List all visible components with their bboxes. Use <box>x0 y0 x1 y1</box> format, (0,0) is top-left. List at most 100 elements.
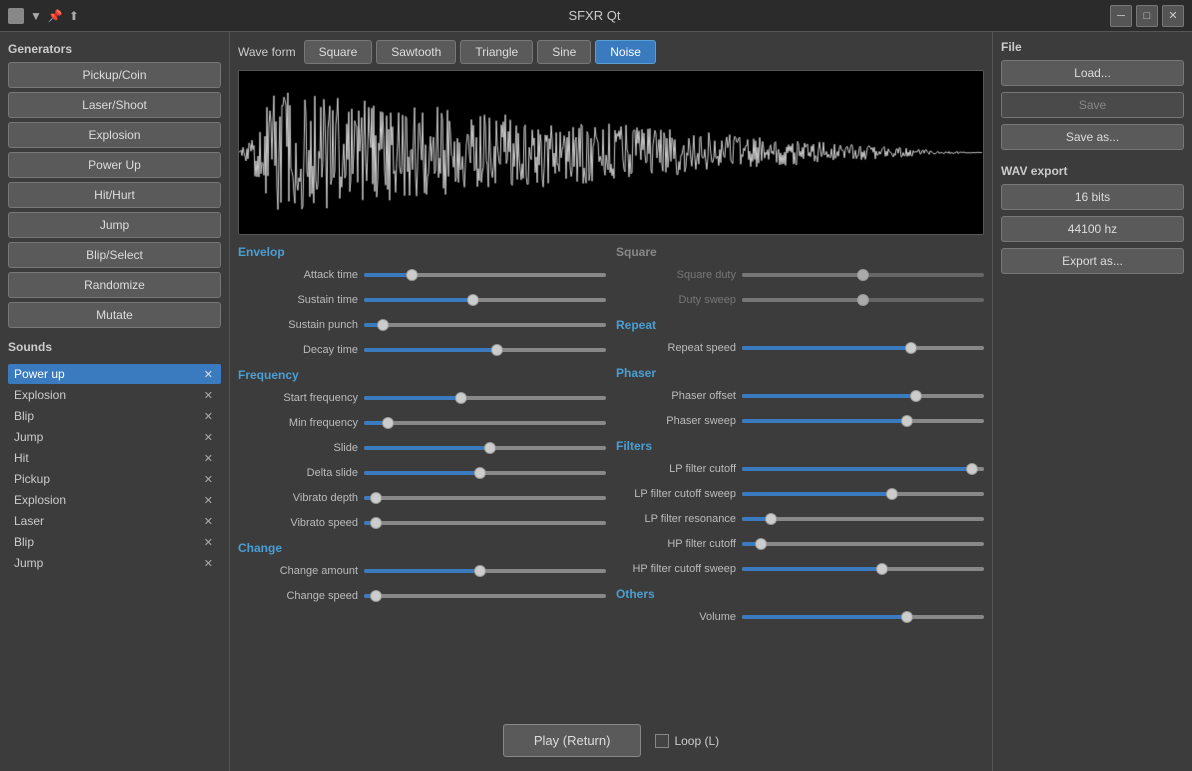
vibrato-depth-slider[interactable] <box>364 490 606 506</box>
sound-item-jump2[interactable]: Jump ✕ <box>8 553 221 573</box>
minimize-button[interactable]: ─ <box>1110 5 1132 27</box>
save-button: Save <box>1001 92 1184 118</box>
change-speed-label: Change speed <box>238 590 358 602</box>
sound-name: Jump <box>14 430 43 444</box>
pin-icon[interactable]: 📌 <box>48 9 63 23</box>
lp-cutoff-slider[interactable] <box>742 461 984 477</box>
sustain-punch-slider[interactable] <box>364 317 606 333</box>
hp-cutoff-slider[interactable] <box>742 536 984 552</box>
close-sound-icon[interactable]: ✕ <box>202 410 215 423</box>
sound-item-laser[interactable]: Laser ✕ <box>8 511 221 531</box>
app-menu-icon[interactable]: ▼ <box>30 9 42 23</box>
sound-name: Laser <box>14 514 44 528</box>
params-left: Envelop Attack time Sustain time <box>238 241 606 712</box>
decay-time-slider[interactable] <box>364 342 606 358</box>
vibrato-depth-row: Vibrato depth <box>238 487 606 509</box>
lp-resonance-row: LP filter resonance <box>616 508 984 530</box>
start-freq-row: Start frequency <box>238 387 606 409</box>
hp-cutoff-sweep-slider[interactable] <box>742 561 984 577</box>
vibrato-speed-row: Vibrato speed <box>238 512 606 534</box>
jump-button[interactable]: Jump <box>8 212 221 238</box>
waveform-bar: Wave form Square Sawtooth Triangle Sine … <box>238 40 984 64</box>
phaser-label: Phaser <box>616 366 984 380</box>
main-layout: Generators Pickup/Coin Laser/Shoot Explo… <box>0 32 1192 771</box>
wave-noise-button[interactable]: Noise <box>595 40 656 64</box>
loop-label[interactable]: Loop (L) <box>655 734 719 748</box>
sound-item-jump[interactable]: Jump ✕ <box>8 427 221 447</box>
hz-button[interactable]: 44100 hz <box>1001 216 1184 242</box>
sound-name: Pickup <box>14 472 50 486</box>
close-sound-icon[interactable]: ✕ <box>202 494 215 507</box>
close-sound-icon[interactable]: ✕ <box>202 368 215 381</box>
volume-slider[interactable] <box>742 609 984 625</box>
blip-select-button[interactable]: Blip/Select <box>8 242 221 268</box>
sound-item-explosion[interactable]: Explosion ✕ <box>8 385 221 405</box>
play-button[interactable]: Play (Return) <box>503 724 642 757</box>
load-button[interactable]: Load... <box>1001 60 1184 86</box>
start-freq-slider[interactable] <box>364 390 606 406</box>
repeat-speed-slider[interactable] <box>742 340 984 356</box>
sound-name: Explosion <box>14 388 66 402</box>
waveform-label: Wave form <box>238 45 296 59</box>
play-area: Play (Return) Loop (L) <box>238 718 984 763</box>
export-as-button[interactable]: Export as... <box>1001 248 1184 274</box>
close-sound-icon[interactable]: ✕ <box>202 473 215 486</box>
bits-button[interactable]: 16 bits <box>1001 184 1184 210</box>
lp-cutoff-row: LP filter cutoff <box>616 458 984 480</box>
loop-text: Loop (L) <box>674 734 719 748</box>
wav-export-label: WAV export <box>1001 164 1184 178</box>
close-button[interactable]: ✕ <box>1162 5 1184 27</box>
close-sound-icon[interactable]: ✕ <box>202 452 215 465</box>
loop-checkbox[interactable] <box>655 734 669 748</box>
wave-triangle-button[interactable]: Triangle <box>460 40 533 64</box>
wave-sine-button[interactable]: Sine <box>537 40 591 64</box>
attack-time-slider[interactable] <box>364 267 606 283</box>
sound-name: Power up <box>14 367 65 381</box>
sound-item-blip[interactable]: Blip ✕ <box>8 406 221 426</box>
vibrato-speed-slider[interactable] <box>364 515 606 531</box>
save-as-button[interactable]: Save as... <box>1001 124 1184 150</box>
delta-slide-slider[interactable] <box>364 465 606 481</box>
repeat-speed-row: Repeat speed <box>616 337 984 359</box>
change-speed-slider[interactable] <box>364 588 606 604</box>
laser-shoot-button[interactable]: Laser/Shoot <box>8 92 221 118</box>
close-sound-icon[interactable]: ✕ <box>202 515 215 528</box>
randomize-button[interactable]: Randomize <box>8 272 221 298</box>
min-freq-slider[interactable] <box>364 415 606 431</box>
sound-item-explosion2[interactable]: Explosion ✕ <box>8 490 221 510</box>
hit-hurt-button[interactable]: Hit/Hurt <box>8 182 221 208</box>
sound-item-powerup[interactable]: Power up ✕ <box>8 364 221 384</box>
sounds-label: Sounds <box>8 338 221 356</box>
close-sound-icon[interactable]: ✕ <box>202 431 215 444</box>
maximize-button[interactable]: □ <box>1136 5 1158 27</box>
lp-cutoff-sweep-slider[interactable] <box>742 486 984 502</box>
slide-row: Slide <box>238 437 606 459</box>
lp-resonance-label: LP filter resonance <box>616 513 736 525</box>
sound-item-blip2[interactable]: Blip ✕ <box>8 532 221 552</box>
close-sound-icon[interactable]: ✕ <box>202 389 215 402</box>
sound-item-hit[interactable]: Hit ✕ <box>8 448 221 468</box>
change-amount-slider[interactable] <box>364 563 606 579</box>
close-sound-icon[interactable]: ✕ <box>202 536 215 549</box>
lp-resonance-slider[interactable] <box>742 511 984 527</box>
params-area: Envelop Attack time Sustain time <box>238 241 984 712</box>
phaser-sweep-slider[interactable] <box>742 413 984 429</box>
params-right: Square Square duty Duty sweep <box>616 241 984 712</box>
phaser-offset-slider[interactable] <box>742 388 984 404</box>
explosion-button[interactable]: Explosion <box>8 122 221 148</box>
mutate-button[interactable]: Mutate <box>8 302 221 328</box>
wave-sawtooth-button[interactable]: Sawtooth <box>376 40 456 64</box>
power-up-button[interactable]: Power Up <box>8 152 221 178</box>
file-label: File <box>1001 40 1184 54</box>
sound-name: Hit <box>14 451 29 465</box>
pickup-coin-button[interactable]: Pickup/Coin <box>8 62 221 88</box>
close-sound-icon[interactable]: ✕ <box>202 557 215 570</box>
sustain-time-slider[interactable] <box>364 292 606 308</box>
change-speed-row: Change speed <box>238 585 606 607</box>
change-label: Change <box>238 541 606 555</box>
sound-item-pickup[interactable]: Pickup ✕ <box>8 469 221 489</box>
float-icon[interactable]: ⬆ <box>69 9 79 23</box>
delta-slide-row: Delta slide <box>238 462 606 484</box>
wave-square-button[interactable]: Square <box>304 40 373 64</box>
slide-slider[interactable] <box>364 440 606 456</box>
